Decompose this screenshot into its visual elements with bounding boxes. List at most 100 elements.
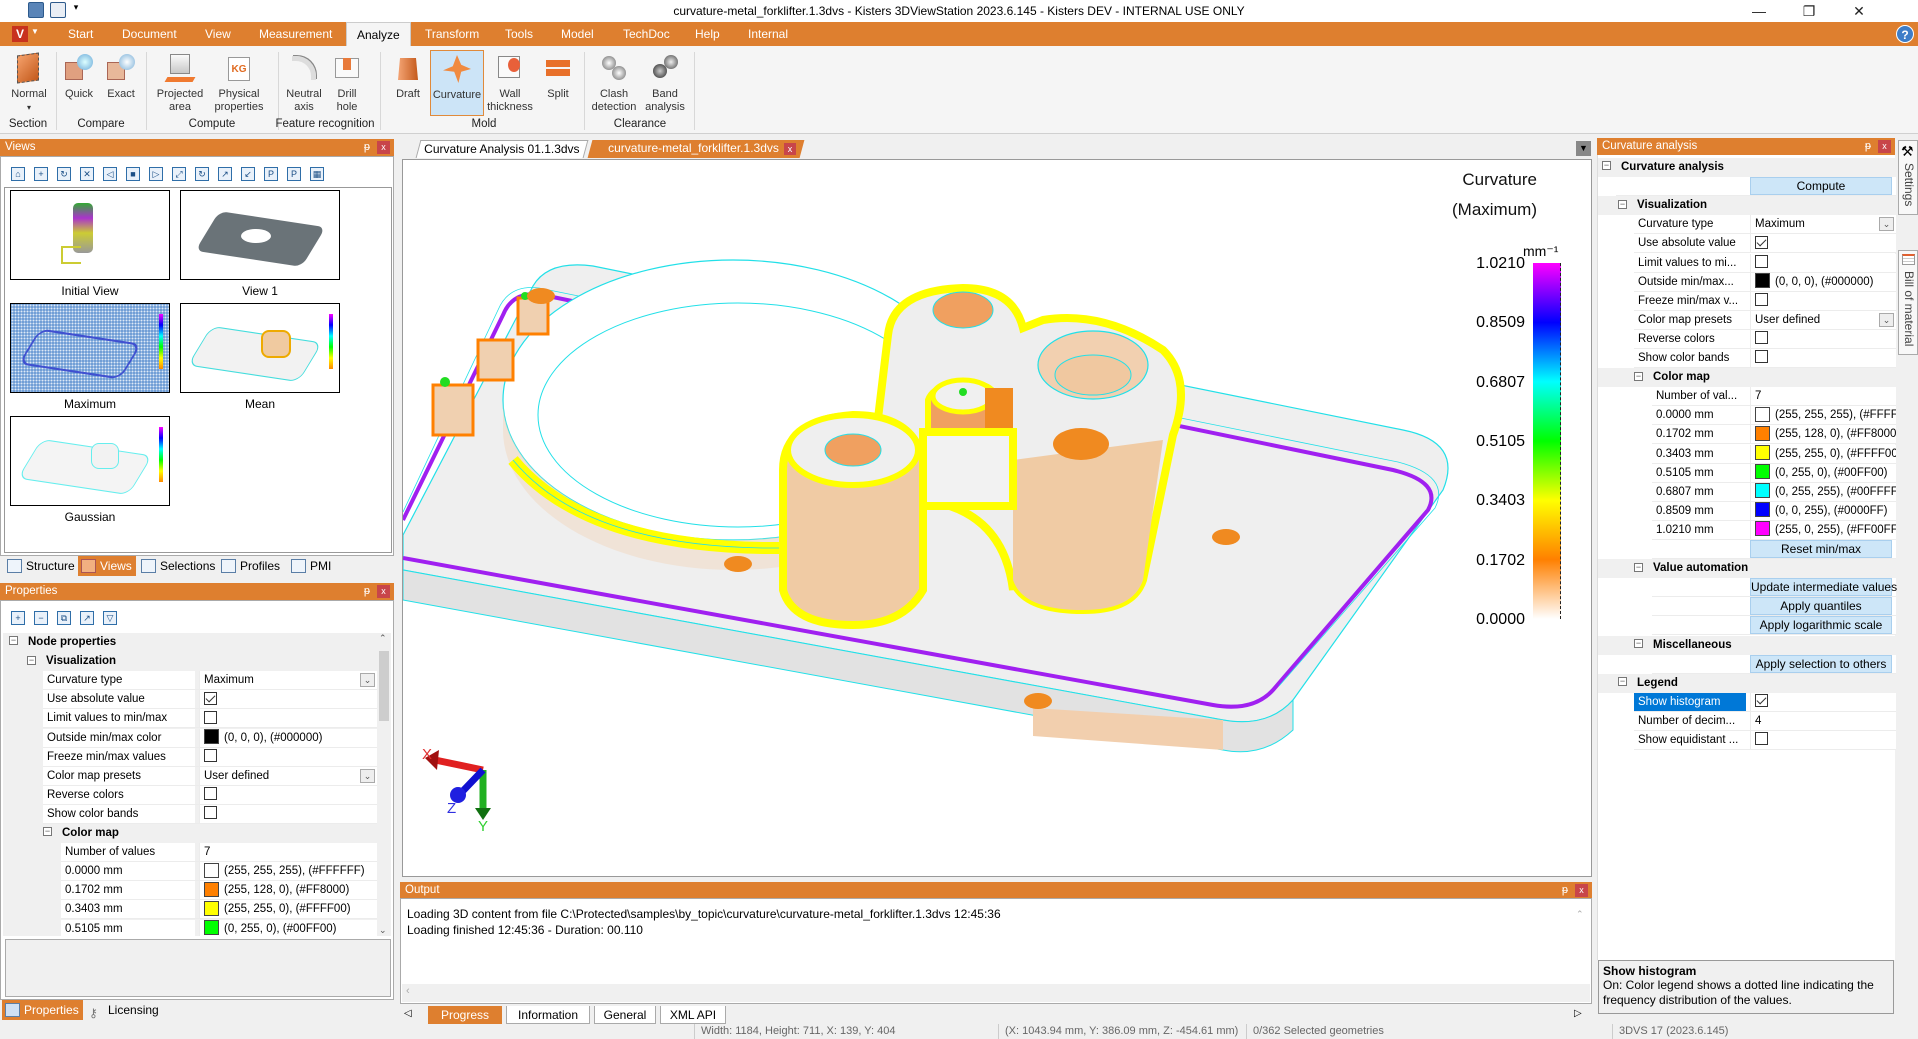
menu-tab-internal[interactable]: Internal — [738, 22, 798, 46]
collapse-icon[interactable]: − — [1602, 161, 1611, 171]
property-value[interactable]: (255, 255, 0), (#FFFF00) — [199, 900, 377, 920]
filter-icon[interactable]: ▽ — [103, 611, 117, 625]
checkbox[interactable] — [1755, 732, 1768, 746]
output-tabs-next-icon[interactable]: ▷ — [1574, 1008, 1582, 1019]
checkbox[interactable] — [1755, 254, 1768, 268]
close-button[interactable]: ✕ — [1836, 0, 1882, 22]
property-value[interactable]: (0, 255, 0), (#00FF00) — [199, 919, 377, 936]
property-value[interactable]: (255, 0, 255), (#FF00FF) — [1750, 520, 1896, 540]
property-value[interactable]: 4 — [1750, 711, 1896, 731]
property-row[interactable]: Limit values to min/max — [3, 709, 377, 729]
property-value[interactable] — [199, 709, 377, 729]
checkbox[interactable] — [1755, 293, 1768, 307]
property-row[interactable]: Color map presets User defined ⌄ — [1598, 310, 1896, 330]
menu-tab-analyze[interactable]: Analyze — [346, 22, 411, 46]
doc-tab-curvature-metal-forklifter[interactable]: curvature-metal_forklifter.1.3dvs — [587, 140, 805, 158]
collapse-icon[interactable]: − — [1618, 677, 1627, 687]
property-row[interactable]: 1.0210 mm (255, 0, 255), (#FF00FF) — [1598, 520, 1896, 540]
tab-xml-api[interactable]: XML API — [660, 1006, 726, 1024]
delete-view-icon[interactable]: ✕ — [80, 167, 94, 181]
ribbon-projected-area-button[interactable]: Projected area — [152, 50, 208, 116]
property-row[interactable]: Compute — [1598, 177, 1896, 197]
tab-views[interactable]: Views — [78, 556, 136, 576]
property-value[interactable]: (0, 255, 0), (#00FF00) — [1750, 463, 1896, 483]
ribbon-quick-button[interactable]: Quick — [60, 50, 98, 116]
property-value[interactable] — [199, 804, 377, 824]
property-row[interactable]: Reset min/max — [1598, 540, 1896, 559]
property-value[interactable]: (255, 255, 255), (#FFFFFF — [1750, 406, 1896, 426]
property-row[interactable]: Curvature type Maximum ⌄ — [1598, 215, 1896, 235]
expand-all-icon[interactable]: + — [11, 611, 25, 625]
app-menu-caret-icon[interactable]: ▼ — [31, 27, 39, 36]
property-row[interactable]: Number of decim... 4 — [1598, 711, 1896, 731]
property-value[interactable]: Maximum ⌄ — [199, 671, 377, 691]
pin-icon[interactable]: ᵽ — [1562, 882, 1568, 899]
scroll-up-icon[interactable]: ⌃ — [379, 633, 387, 644]
ribbon-neutral-axis-button[interactable]: Neutral axis — [282, 50, 326, 116]
property-value[interactable]: (255, 128, 0), (#FF8000) — [199, 881, 377, 901]
property-row[interactable]: Apply selection to others — [1598, 654, 1896, 674]
property-row[interactable]: Outside min/max... (0, 0, 0), (#000000) — [1598, 272, 1896, 292]
home-icon[interactable]: ⌂ — [11, 167, 25, 181]
property-row[interactable]: Show equidistant ... — [1598, 731, 1896, 750]
property-value[interactable]: (0, 0, 255), (#0000FF) — [1750, 501, 1896, 521]
export-icon[interactable]: ↗ — [80, 611, 94, 625]
compute-button[interactable]: Compute — [1750, 177, 1892, 196]
property-value[interactable]: (0, 0, 0), (#000000) — [1750, 272, 1896, 292]
refresh-icon[interactable]: ↻ — [195, 167, 209, 181]
pin-icon[interactable]: ᵽ — [364, 583, 370, 600]
ribbon-normal-button[interactable]: Normal ▾ — [6, 50, 52, 116]
property-row[interactable]: Show histogram — [1598, 692, 1896, 712]
view-thumbnail-mean[interactable] — [180, 303, 340, 393]
checkbox[interactable] — [204, 749, 217, 763]
checkbox[interactable] — [204, 710, 217, 724]
grid-icon[interactable]: ▦ — [310, 167, 324, 181]
help-icon[interactable]: ? — [1896, 25, 1914, 43]
side-tab-bill-of-material[interactable]: Bill of material — [1898, 250, 1918, 355]
collapse-icon[interactable]: − — [27, 655, 36, 665]
apply-logarithmic-scale-button[interactable]: Apply logarithmic scale — [1750, 616, 1892, 635]
properties-scrollbar[interactable]: ⌃ ⌄ — [377, 633, 391, 936]
ribbon-drill-hole-button[interactable]: Drill hole — [328, 50, 366, 116]
property-row[interactable]: Use absolute value — [1598, 234, 1896, 254]
checkbox[interactable] — [1755, 235, 1768, 249]
property-row[interactable]: Reverse colors — [3, 785, 377, 805]
apply-selection-to-others-button[interactable]: Apply selection to others — [1750, 654, 1892, 673]
property-row[interactable]: Freeze min/max v... — [1598, 291, 1896, 311]
ribbon-exact-button[interactable]: Exact — [102, 50, 140, 116]
collapse-icon[interactable]: − — [1634, 562, 1643, 572]
reset-minmax-button[interactable]: Reset min/max — [1750, 540, 1892, 558]
property-row[interactable]: 0.3403 mm (255, 255, 0), (#FFFF00) — [3, 900, 377, 920]
stop-icon[interactable]: ■ — [126, 167, 140, 181]
scrollbar-thumb[interactable] — [379, 651, 389, 721]
property-row[interactable]: Number of values 7 — [3, 843, 377, 863]
property-value[interactable] — [1750, 692, 1896, 712]
previous-view-icon[interactable]: ◁ — [103, 167, 117, 181]
collapse-icon[interactable]: − — [1634, 371, 1643, 381]
property-value[interactable] — [1750, 291, 1896, 311]
apply-quantiles-button[interactable]: Apply quantiles — [1750, 597, 1892, 616]
ribbon-clash-detection-button[interactable]: Clash detection — [590, 50, 638, 116]
property-value[interactable]: 7 — [1750, 387, 1896, 407]
update-view-icon[interactable]: ↻ — [57, 167, 71, 181]
menu-tab-tools[interactable]: Tools — [495, 22, 543, 46]
chevron-down-icon[interactable]: ⌄ — [1879, 217, 1894, 232]
view-thumbnail-view-1[interactable] — [180, 190, 340, 280]
property-row[interactable]: Freeze min/max values — [3, 747, 377, 767]
menu-tab-document[interactable]: Document — [112, 22, 187, 46]
property-row[interactable]: Reverse colors — [1598, 329, 1896, 349]
update-intermediate-values-button[interactable]: Update intermediate values — [1750, 578, 1897, 597]
close-icon[interactable]: x — [377, 141, 390, 154]
property-row[interactable]: Apply logarithmic scale — [1598, 616, 1896, 636]
pin-icon[interactable]: ᵽ — [1865, 138, 1871, 155]
close-icon[interactable]: x — [1878, 140, 1891, 153]
tab-properties[interactable]: Properties — [2, 1000, 83, 1020]
menu-tab-transform[interactable]: Transform — [415, 22, 489, 46]
collapse-icon[interactable]: − — [1634, 638, 1643, 648]
side-tab-settings[interactable]: ⚒ Settings — [1898, 140, 1918, 215]
chevron-down-icon[interactable]: ⌄ — [360, 673, 375, 688]
tab-selections[interactable]: Selections — [138, 556, 219, 576]
png-icon[interactable]: P — [287, 167, 301, 181]
menu-tab-measurement[interactable]: Measurement — [249, 22, 342, 46]
chevron-down-icon[interactable]: ⌄ — [360, 768, 375, 783]
